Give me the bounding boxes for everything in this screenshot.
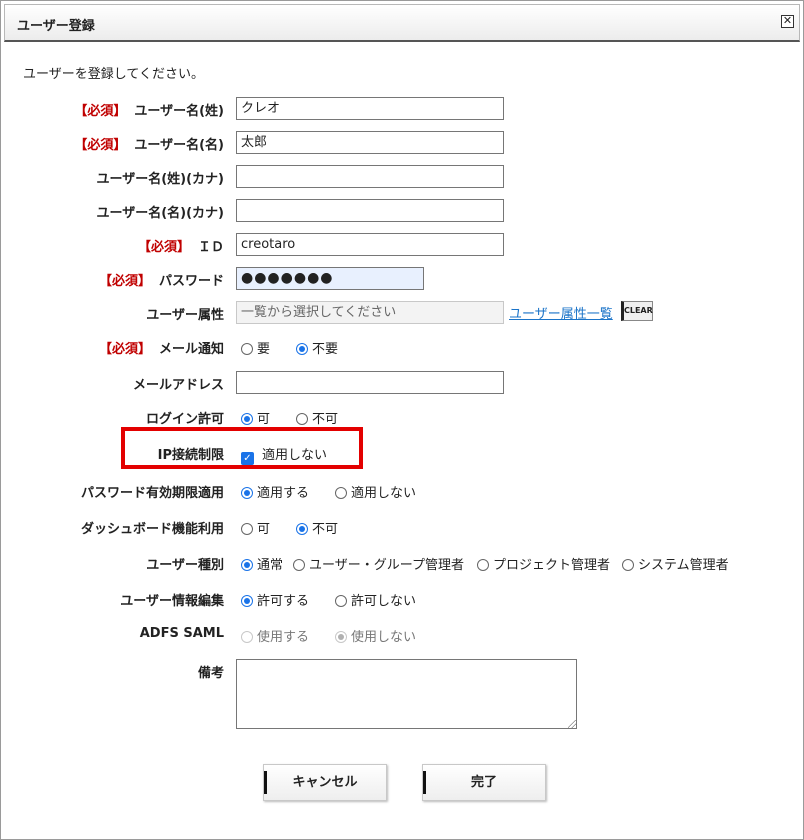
mail-address-label: メールアドレス — [132, 378, 224, 393]
row-last-name: 【必須】 ユーザー名(姓) クレオ — [1, 97, 804, 121]
close-icon[interactable]: ✕ — [781, 15, 794, 28]
ip-limit-label: IP接続制限 — [157, 448, 224, 463]
cancel-button[interactable]: キャンセル — [263, 764, 387, 801]
info-edit-label: ユーザー情報編集 — [120, 594, 224, 609]
first-name-label: 【必須】 ユーザー名(名) — [74, 138, 224, 153]
row-info-edit: ユーザー情報編集 許可する 許可しない — [1, 587, 804, 611]
row-user-type: ユーザー種別 通常 ユーザー・グループ管理者 プロジェクト管理者 システム管理者 — [1, 551, 804, 575]
user-type-radio-system-admin[interactable]: システム管理者 — [622, 554, 729, 573]
radio-selected-icon — [241, 413, 253, 425]
checkbox-checked-icon: ✓ — [241, 452, 254, 465]
row-mail-address: メールアドレス — [1, 371, 804, 395]
row-id: 【必須】 ＩＤ creotaro — [1, 233, 804, 257]
row-login-permission: ログイン許可 可 不可 — [1, 405, 804, 429]
dialog-titlebar: ユーザー登録 ✕ — [4, 4, 800, 42]
user-type-radio-normal[interactable]: 通常 — [241, 554, 283, 573]
radio-disabled-icon — [241, 631, 253, 643]
row-first-name-kana: ユーザー名(名)(カナ) — [1, 199, 804, 223]
radio-disabled-selected-icon — [335, 631, 347, 643]
info-edit-radio-deny[interactable]: 許可しない — [335, 590, 416, 609]
login-radio-deny[interactable]: 不可 — [296, 408, 338, 427]
id-input[interactable]: creotaro — [236, 233, 504, 256]
required-tag: 【必須】 — [137, 240, 190, 255]
dashboard-radio-allow[interactable]: 可 — [241, 518, 270, 537]
resize-grip-icon[interactable] — [567, 719, 577, 729]
info-edit-radio-allow[interactable]: 許可する — [241, 590, 309, 609]
radio-selected-icon — [241, 559, 253, 571]
mail-address-input[interactable] — [236, 371, 504, 394]
row-user-attribute: ユーザー属性 一覧から選択してください ユーザー属性一覧 CLEAR — [1, 301, 804, 325]
user-registration-dialog: ユーザー登録 ✕ ユーザーを登録してください。 【必須】 ユーザー名(姓) クレオ… — [0, 0, 804, 840]
last-name-kana-label: ユーザー名(姓)(カナ) — [96, 172, 224, 187]
required-tag: 【必須】 — [98, 274, 151, 289]
user-attribute-label: ユーザー属性 — [146, 308, 224, 323]
row-first-name: 【必須】 ユーザー名(名) 太郎 — [1, 131, 804, 155]
last-name-kana-input[interactable] — [236, 165, 504, 188]
notes-label: 備考 — [197, 666, 224, 681]
dashboard-label: ダッシュボード機能利用 — [80, 522, 224, 537]
dialog-title: ユーザー登録 — [17, 19, 95, 34]
login-permission-label: ログイン許可 — [145, 412, 224, 427]
password-expiry-label: パスワード有効期限適用 — [80, 486, 224, 501]
first-name-kana-input[interactable] — [236, 199, 504, 222]
user-attribute-input[interactable]: 一覧から選択してください — [236, 301, 504, 324]
required-tag: 【必須】 — [74, 138, 127, 153]
mail-notify-label: 【必須】 メール通知 — [98, 342, 224, 357]
dashboard-radio-deny[interactable]: 不可 — [296, 518, 338, 537]
pw-expiry-radio-not-apply[interactable]: 適用しない — [335, 482, 416, 501]
mail-notify-radio-yes[interactable]: 要 — [241, 338, 270, 357]
last-name-label: 【必須】 ユーザー名(姓) — [74, 104, 224, 119]
user-type-radio-project-admin[interactable]: プロジェクト管理者 — [477, 554, 610, 573]
first-name-input[interactable]: 太郎 — [236, 131, 504, 154]
radio-selected-icon — [241, 595, 253, 607]
pw-expiry-radio-apply[interactable]: 適用する — [241, 482, 309, 501]
last-name-input[interactable]: クレオ — [236, 97, 504, 120]
first-name-kana-label: ユーザー名(名)(カナ) — [96, 206, 224, 221]
radio-icon — [477, 559, 489, 571]
radio-selected-icon — [241, 487, 253, 499]
radio-icon — [241, 343, 253, 355]
row-mail-notify: 【必須】 メール通知 要 不要 — [1, 335, 804, 359]
radio-icon — [241, 523, 253, 535]
id-label: 【必須】 ＩＤ — [137, 240, 224, 255]
notes-textarea[interactable] — [236, 659, 577, 729]
password-input[interactable]: ●●●●●●● — [236, 267, 424, 290]
user-type-radio-group-admin[interactable]: ユーザー・グループ管理者 — [293, 554, 464, 573]
user-type-label: ユーザー種別 — [146, 558, 224, 573]
radio-selected-icon — [296, 523, 308, 535]
user-attribute-list-link[interactable]: ユーザー属性一覧 — [509, 303, 613, 322]
mail-notify-radio-no[interactable]: 不要 — [296, 338, 338, 357]
row-adfs-saml: ADFS SAML 使用する 使用しない — [1, 623, 804, 647]
radio-icon — [293, 559, 305, 571]
radio-icon — [296, 413, 308, 425]
password-label: 【必須】 パスワード — [98, 274, 224, 289]
ip-limit-checkbox[interactable]: ✓ 適用しない — [241, 444, 327, 465]
done-button[interactable]: 完了 — [422, 764, 546, 801]
radio-icon — [335, 595, 347, 607]
radio-icon — [622, 559, 634, 571]
radio-icon — [335, 487, 347, 499]
row-password-expiry: パスワード有効期限適用 適用する 適用しない — [1, 479, 804, 503]
row-dashboard: ダッシュボード機能利用 可 不可 — [1, 515, 804, 539]
row-ip-limit: IP接続制限 ✓ 適用しない — [1, 441, 804, 465]
radio-selected-icon — [296, 343, 308, 355]
adfs-radio-not-use: 使用しない — [335, 626, 416, 645]
clear-button[interactable]: CLEAR — [621, 301, 653, 321]
required-tag: 【必須】 — [98, 342, 151, 357]
row-password: 【必須】 パスワード ●●●●●●● — [1, 267, 804, 291]
row-last-name-kana: ユーザー名(姓)(カナ) — [1, 165, 804, 189]
intro-text: ユーザーを登録してください。 — [23, 67, 204, 82]
login-radio-allow[interactable]: 可 — [241, 408, 270, 427]
adfs-saml-label: ADFS SAML — [139, 626, 224, 641]
required-tag: 【必須】 — [74, 104, 127, 119]
adfs-radio-use: 使用する — [241, 626, 309, 645]
